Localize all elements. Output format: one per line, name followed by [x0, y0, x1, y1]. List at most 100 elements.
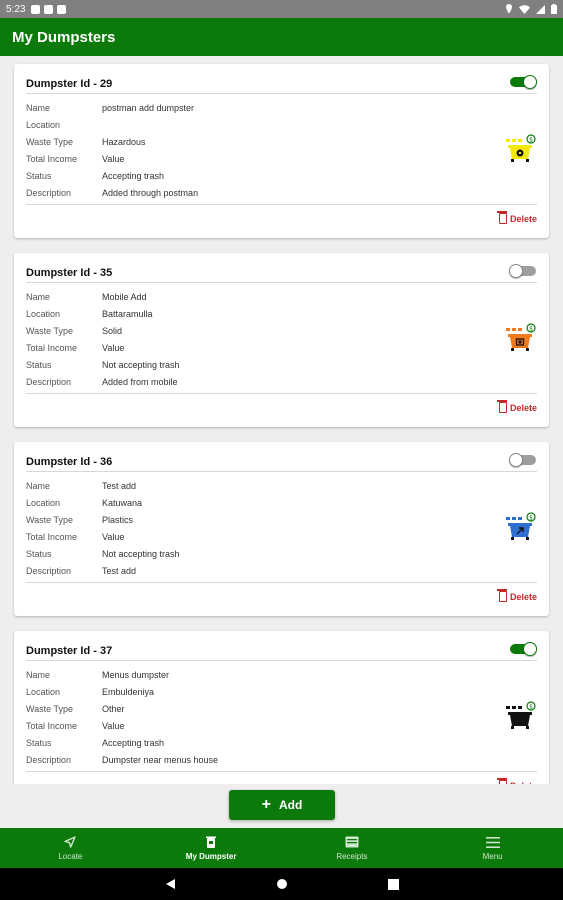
field-waste-type: Waste Type Plastics: [26, 511, 180, 528]
plastics-dumpster-icon: $: [505, 512, 537, 542]
field-value: Embuldeniya: [102, 686, 155, 697]
nav-label: My Dumpster: [185, 852, 237, 861]
field-label: Location: [26, 686, 61, 697]
home-icon[interactable]: [276, 878, 288, 890]
toggle-knob: [523, 642, 537, 656]
trash-icon: [496, 211, 507, 224]
field-value: Accepting trash: [102, 170, 165, 181]
delete-button[interactable]: Delete: [496, 400, 537, 413]
notification-icon: [57, 4, 67, 14]
nav-item-receipts[interactable]: Receipts: [282, 828, 423, 868]
field-label: Waste Type: [26, 703, 74, 714]
field-description: Description Test add: [26, 562, 180, 579]
field-total-income: Total Income Value: [26, 528, 180, 545]
field-label: Status: [26, 359, 52, 370]
accepting-trash-toggle[interactable]: [509, 264, 537, 278]
field-label: Status: [26, 737, 52, 748]
delete-label: Delete: [509, 213, 537, 224]
accepting-trash-toggle[interactable]: [509, 453, 537, 467]
field-label: Waste Type: [26, 136, 74, 147]
field-waste-type: Waste Type Other: [26, 700, 218, 717]
field-value: Menus dumpster: [102, 669, 170, 680]
field-value: Katuwana: [102, 497, 143, 508]
trash-icon: [496, 778, 507, 784]
app-bar: My Dumpsters: [0, 18, 563, 56]
dumpster-card[interactable]: Dumpster Id - 35 Name Mobile Add Location Ba…: [14, 253, 549, 427]
other-dumpster-icon: $: [505, 701, 537, 731]
dumpster-icon: [206, 835, 217, 849]
trash-icon: [496, 589, 507, 602]
field-label: Waste Type: [26, 325, 74, 336]
field-label: Status: [26, 170, 52, 181]
field-location: Location: [26, 116, 198, 133]
dumpster-details: Name postman add dumpster Location Waste Ty…: [26, 99, 198, 201]
dumpster-details: Name Test add Location Katuwana Waste Type Pl…: [26, 477, 180, 579]
field-value: Mobile Add: [102, 291, 147, 302]
notification-icons: [31, 4, 67, 14]
field-label: Name: [26, 669, 51, 680]
bottom-navigation: Locate My Dumpster Receipts Menu: [0, 828, 563, 868]
field-value: postman add dumpster: [102, 102, 195, 113]
status-bar: 5:23: [0, 0, 563, 18]
dumpster-details: Name Mobile Add Location Battaramulla Waste …: [26, 288, 180, 390]
field-name: Name Mobile Add: [26, 288, 180, 305]
field-label: Description: [26, 187, 72, 198]
divider: [26, 204, 537, 205]
nav-item-my-dumpster[interactable]: My Dumpster: [141, 828, 282, 868]
recents-icon[interactable]: [388, 878, 399, 890]
field-description: Description Added through postman: [26, 184, 198, 201]
field-waste-type: Waste Type Hazardous: [26, 133, 198, 150]
field-status: Status Not accepting trash: [26, 356, 180, 373]
system-navigation-bar: [0, 868, 563, 900]
field-label: Name: [26, 480, 51, 491]
nav-label: Locate: [58, 852, 83, 861]
dumpster-card[interactable]: Dumpster Id - 36 Name Test add Location Katu…: [14, 442, 549, 616]
trash-icon: [496, 400, 507, 413]
dumpster-list[interactable]: Dumpster Id - 29 Name postman add dumpster…: [0, 56, 563, 784]
divider: [26, 282, 537, 283]
field-value: Accepting trash: [102, 737, 165, 748]
delete-label: Delete: [509, 591, 537, 602]
add-dumpster-button[interactable]: + Add: [229, 790, 335, 820]
menu-icon: [485, 835, 500, 849]
field-value: Added through postman: [102, 187, 199, 198]
toggle-knob: [509, 264, 523, 278]
add-button-label: Add: [279, 798, 303, 812]
field-value: Other: [102, 703, 125, 714]
solid-dumpster-icon: $: [505, 323, 537, 353]
nav-item-menu[interactable]: Menu: [422, 828, 563, 868]
field-name: Name Test add: [26, 477, 180, 494]
field-value: Value: [102, 153, 125, 164]
status-time: 5:23: [6, 3, 26, 15]
delete-button[interactable]: Delete: [496, 211, 537, 224]
system-status-icons: [505, 4, 557, 14]
divider: [26, 660, 537, 661]
delete-button[interactable]: Delete: [496, 778, 537, 784]
divider: [26, 393, 537, 394]
nav-label: Menu: [482, 852, 503, 861]
accepting-trash-toggle[interactable]: [509, 642, 537, 656]
field-value: Plastics: [102, 514, 134, 525]
notification-icon: [44, 4, 54, 14]
notification-icon: [31, 4, 41, 14]
svg-text:$: $: [529, 325, 533, 332]
field-label: Location: [26, 308, 61, 319]
field-total-income: Total Income Value: [26, 339, 180, 356]
svg-text:$: $: [529, 703, 533, 710]
dumpster-card[interactable]: Dumpster Id - 37 Name Menus dumpster Locati…: [14, 631, 549, 784]
field-location: Location Katuwana: [26, 494, 180, 511]
svg-text:$: $: [529, 136, 533, 143]
back-icon[interactable]: [164, 878, 176, 890]
field-name: Name Menus dumpster: [26, 666, 218, 683]
dumpster-title: Dumpster Id - 29: [26, 78, 113, 90]
field-label: Name: [26, 291, 51, 302]
page-title: My Dumpsters: [12, 28, 116, 46]
accepting-trash-toggle[interactable]: [509, 75, 537, 89]
nav-item-locate[interactable]: Locate: [0, 828, 141, 868]
field-label: Total Income: [26, 720, 78, 731]
dumpster-card[interactable]: Dumpster Id - 29 Name postman add dumpster…: [14, 64, 549, 238]
nav-label: Receipts: [336, 852, 368, 861]
field-value: Dumpster near menus house: [102, 754, 219, 765]
field-total-income: Total Income Value: [26, 150, 198, 167]
delete-button[interactable]: Delete: [496, 589, 537, 602]
